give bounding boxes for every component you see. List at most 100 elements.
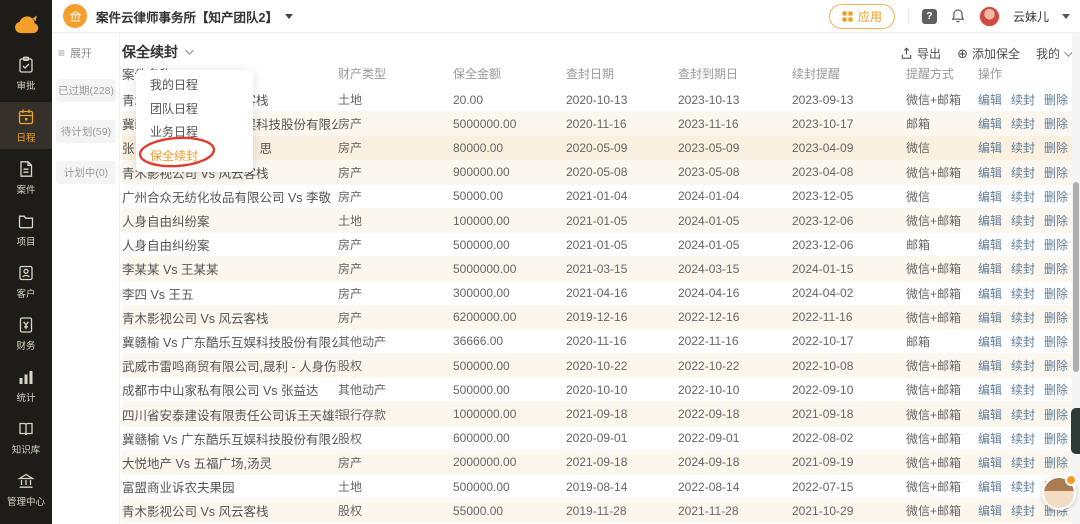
- edit-link[interactable]: 编辑: [978, 333, 1002, 350]
- assistant-avatar[interactable]: [1042, 476, 1076, 510]
- reseal-link[interactable]: 续封: [1011, 236, 1035, 253]
- delete-link[interactable]: 删除: [1044, 164, 1068, 181]
- delete-link[interactable]: 删除: [1044, 285, 1068, 302]
- reseal-link[interactable]: 续封: [1011, 260, 1035, 277]
- edit-link[interactable]: 编辑: [978, 115, 1002, 132]
- table-row[interactable]: 青木影视公司 Vs 风云客栈房产6200000.002019-12-162022…: [122, 306, 1080, 330]
- help-icon[interactable]: ?: [922, 9, 937, 24]
- delete-link[interactable]: 删除: [1044, 333, 1068, 350]
- user-avatar[interactable]: [979, 6, 1000, 27]
- delete-link[interactable]: 删除: [1044, 139, 1068, 156]
- sidebar-item-project[interactable]: 项目: [0, 206, 52, 253]
- table-row[interactable]: 张 思房产80000.002020-05-092023-05-092023-04…: [122, 136, 1080, 160]
- reseal-link[interactable]: 续封: [1011, 139, 1035, 156]
- edit-link[interactable]: 编辑: [978, 430, 1002, 447]
- page-title[interactable]: 保全续封: [122, 42, 191, 62]
- reseal-link[interactable]: 续封: [1011, 430, 1035, 447]
- delete-link[interactable]: 删除: [1044, 91, 1068, 108]
- dropdown-item-3[interactable]: 保全续封: [136, 145, 253, 169]
- edit-link[interactable]: 编辑: [978, 478, 1002, 495]
- delete-link[interactable]: 删除: [1044, 406, 1068, 423]
- reseal-link[interactable]: 续封: [1011, 309, 1035, 326]
- reseal-link[interactable]: 续封: [1011, 502, 1035, 519]
- sidebar-item-approval[interactable]: 审批: [0, 50, 52, 97]
- apps-button[interactable]: 应用: [829, 4, 895, 29]
- delete-link[interactable]: 删除: [1044, 357, 1068, 374]
- edit-link[interactable]: 编辑: [978, 406, 1002, 423]
- table-row[interactable]: 冀赣榆 Vs 广东酷乐互娱科技股份有限公司房产5000000.002020-11…: [122, 112, 1080, 136]
- reseal-link[interactable]: 续封: [1011, 285, 1035, 302]
- sidebar-item-case[interactable]: 案件: [0, 154, 52, 201]
- reseal-link[interactable]: 续封: [1011, 212, 1035, 229]
- reseal-link[interactable]: 续封: [1011, 91, 1035, 108]
- table-row[interactable]: 武威市雷鸣商贸有限公司,晟利 - 人身伤害股权500000.002020-10-…: [122, 354, 1080, 378]
- reseal-link[interactable]: 续封: [1011, 164, 1035, 181]
- delete-link[interactable]: 删除: [1044, 381, 1068, 398]
- sidebar-item-schedule[interactable]: 日程: [0, 102, 52, 149]
- delete-link[interactable]: 删除: [1044, 115, 1068, 132]
- edit-link[interactable]: 编辑: [978, 139, 1002, 156]
- add-preservation-button[interactable]: ⊕ 添加保全: [957, 45, 1020, 62]
- edit-link[interactable]: 编辑: [978, 357, 1002, 374]
- dropdown-item-1[interactable]: 团队日程: [136, 98, 253, 122]
- delete-link[interactable]: 删除: [1044, 212, 1068, 229]
- edit-link[interactable]: 编辑: [978, 236, 1002, 253]
- filter-pill-2[interactable]: 计划中(0): [56, 161, 116, 184]
- table-row[interactable]: 冀赣榆 Vs 广东酷乐互娱科技股份有限公司其他动产36666.002020-11…: [122, 330, 1080, 354]
- sidebar-item-admin[interactable]: 管理中心: [0, 466, 52, 513]
- username[interactable]: 云妹儿: [1013, 8, 1049, 25]
- reseal-link[interactable]: 续封: [1011, 478, 1035, 495]
- delete-link[interactable]: 删除: [1044, 188, 1068, 205]
- table-row[interactable]: 青木影视公司 Vs 风云客栈房产900000.002020-05-082023-…: [122, 161, 1080, 185]
- table-row[interactable]: 人身自由纠纷案土地100000.002021-01-052024-01-0520…: [122, 209, 1080, 233]
- expand-toggle[interactable]: ≡ 展开: [58, 45, 119, 61]
- cloud-logo-icon[interactable]: [0, 0, 52, 44]
- filter-pill-0[interactable]: 已过期(228): [56, 79, 116, 102]
- delete-link[interactable]: 删除: [1044, 260, 1068, 277]
- dropdown-item-0[interactable]: 我的日程: [136, 74, 253, 98]
- edit-link[interactable]: 编辑: [978, 454, 1002, 471]
- reseal-link[interactable]: 续封: [1011, 454, 1035, 471]
- edit-link[interactable]: 编辑: [978, 285, 1002, 302]
- table-row[interactable]: 青木影视公司 Vs 风云客栈土地20.002020-10-132023-10-1…: [122, 88, 1080, 112]
- reseal-link[interactable]: 续封: [1011, 188, 1035, 205]
- sidebar-item-client[interactable]: 客户: [0, 258, 52, 305]
- table-row[interactable]: 富盟商业诉农夫果园土地500000.002019-08-142022-08-14…: [122, 475, 1080, 499]
- edit-link[interactable]: 编辑: [978, 188, 1002, 205]
- delete-link[interactable]: 删除: [1044, 454, 1068, 471]
- edit-link[interactable]: 编辑: [978, 91, 1002, 108]
- table-row[interactable]: 大悦地产 Vs 五福广场,汤灵房产2000000.002021-09-18202…: [122, 451, 1080, 475]
- collapsed-side-widget[interactable]: [1071, 408, 1080, 454]
- table-row[interactable]: 青木影视公司 Vs 风云客栈股权55000.002019-11-282021-1…: [122, 499, 1080, 523]
- reseal-link[interactable]: 续封: [1011, 357, 1035, 374]
- edit-link[interactable]: 编辑: [978, 502, 1002, 519]
- reseal-link[interactable]: 续封: [1011, 115, 1035, 132]
- export-button[interactable]: 导出: [900, 45, 941, 62]
- delete-link[interactable]: 删除: [1044, 430, 1068, 447]
- edit-link[interactable]: 编辑: [978, 381, 1002, 398]
- org-switcher[interactable]: 案件云律师事务所【知产团队2】: [63, 4, 293, 28]
- table-row[interactable]: 冀赣榆 Vs 广东酷乐互娱科技股份有限公司股权600000.002020-09-…: [122, 427, 1080, 451]
- edit-link[interactable]: 编辑: [978, 309, 1002, 326]
- dropdown-item-2[interactable]: 业务日程: [136, 121, 253, 145]
- table-row[interactable]: 李四 Vs 王五房产300000.002021-04-162024-04-162…: [122, 282, 1080, 306]
- reseal-link[interactable]: 续封: [1011, 406, 1035, 423]
- table-row[interactable]: 广州合众无纺化妆品有限公司 Vs 李敬房产50000.002021-01-042…: [122, 185, 1080, 209]
- edit-link[interactable]: 编辑: [978, 164, 1002, 181]
- edit-link[interactable]: 编辑: [978, 260, 1002, 277]
- delete-link[interactable]: 删除: [1044, 309, 1068, 326]
- edit-link[interactable]: 编辑: [978, 212, 1002, 229]
- reseal-link[interactable]: 续封: [1011, 381, 1035, 398]
- sidebar-item-finance[interactable]: 财务: [0, 310, 52, 357]
- scope-select[interactable]: 我的: [1036, 45, 1070, 62]
- bell-icon[interactable]: [950, 8, 966, 24]
- scrollbar-thumb[interactable]: [1073, 182, 1079, 372]
- table-row[interactable]: 成都市中山家私有限公司 Vs 张益达其他动产500000.002020-10-1…: [122, 378, 1080, 402]
- reseal-link[interactable]: 续封: [1011, 333, 1035, 350]
- sidebar-item-stats[interactable]: 统计: [0, 362, 52, 409]
- table-row[interactable]: 人身自由纠纷案房产500000.002021-01-052024-01-0520…: [122, 233, 1080, 257]
- delete-link[interactable]: 删除: [1044, 236, 1068, 253]
- filter-pill-1[interactable]: 待计划(59): [56, 120, 116, 143]
- table-row[interactable]: 李某某 Vs 王某某房产5000000.002021-03-152024-03-…: [122, 257, 1080, 281]
- sidebar-item-knowledge[interactable]: 知识库: [0, 414, 52, 461]
